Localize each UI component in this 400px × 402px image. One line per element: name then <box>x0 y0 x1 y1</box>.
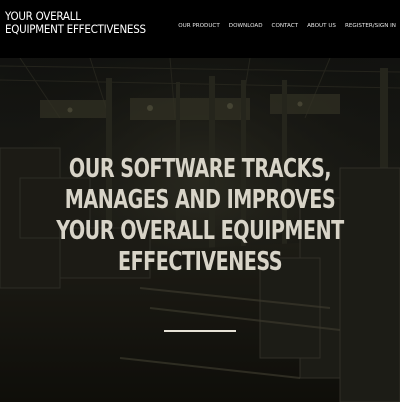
nav-link-download[interactable]: DOWNLOAD <box>229 23 263 29</box>
headline-line-2: MANAGES AND IMPROVES <box>64 185 336 216</box>
main-nav: OUR PRODUCT DOWNLOAD CONTACT ABOUT US RE… <box>178 23 396 29</box>
headline-line-3: YOUR OVERALL EQUIPMENT <box>56 216 344 247</box>
headline-divider <box>164 330 236 332</box>
nav-link-our-product[interactable]: OUR PRODUCT <box>178 23 220 29</box>
landing-page: YOUR OVERALL EQUIPMENT EFFECTIVENESS OUR… <box>0 0 400 402</box>
hero-headline: OUR SOFTWARE TRACKS, MANAGES AND IMPROVE… <box>0 154 400 278</box>
headline-line-4: EFFECTIVENESS <box>117 247 283 278</box>
nav-link-about-us[interactable]: ABOUT US <box>307 23 336 29</box>
nav-link-contact[interactable]: CONTACT <box>272 23 299 29</box>
headline-line-1: OUR SOFTWARE TRACKS, <box>68 154 332 185</box>
nav-link-register-sign-in[interactable]: REGISTER/SIGN IN <box>345 23 396 29</box>
site-logo[interactable]: YOUR OVERALL EQUIPMENT EFFECTIVENESS <box>5 10 146 36</box>
logo-line-2: EQUIPMENT EFFECTIVENESS <box>5 22 146 36</box>
top-navbar: YOUR OVERALL EQUIPMENT EFFECTIVENESS OUR… <box>0 0 400 58</box>
